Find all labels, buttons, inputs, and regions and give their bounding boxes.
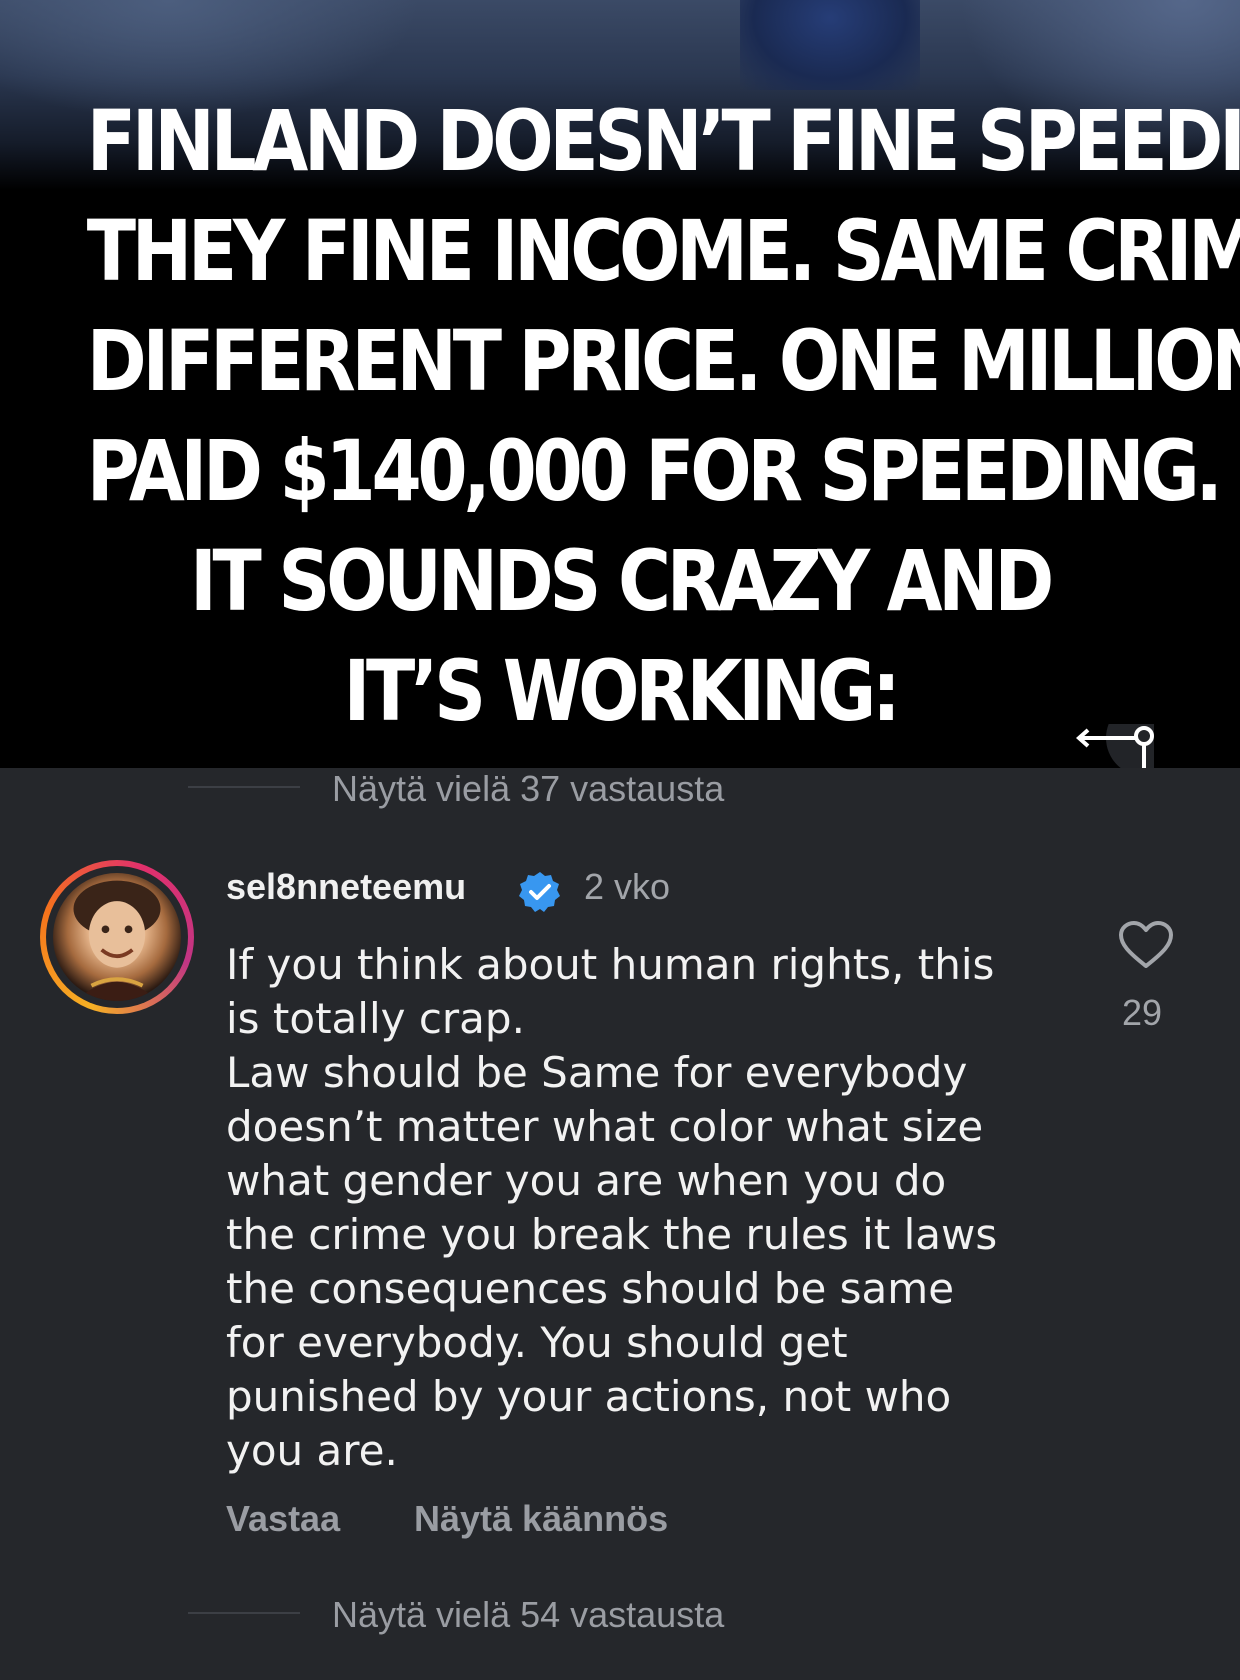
comment-text: If you think about human rights, this is…	[226, 940, 998, 1475]
headline-line: IT SOUNDS CRAZY AND	[189, 532, 1054, 630]
like-count: 29	[1122, 992, 1163, 1033]
headline-line: FINLAND DOESN’T FINE SPEEDING.	[86, 92, 1240, 190]
post-image[interactable]: FINLAND DOESN’T FINE SPEEDING. THEY FINE…	[0, 0, 1240, 768]
avatar	[53, 873, 181, 1001]
headline-line: DIFFERENT PRICE. ONE MILLIONAIRE	[86, 312, 1240, 410]
divider	[188, 1612, 300, 1614]
reply-button[interactable]: Vastaa	[226, 1498, 340, 1540]
headline-line: PAID $140,000 FOR SPEEDING.	[86, 422, 1223, 520]
see-translation-button[interactable]: Näytä käännös	[414, 1498, 668, 1540]
comment-username[interactable]: sel8nneteemu	[226, 866, 466, 908]
view-more-replies-top[interactable]: Näytä vielä 37 vastausta	[0, 764, 1240, 812]
divider	[188, 786, 300, 788]
avatar-story-ring[interactable]	[40, 860, 194, 1014]
avatar-portrait	[73, 880, 161, 1001]
heart-icon[interactable]	[1118, 920, 1174, 970]
view-more-replies-bottom[interactable]: Näytä vielä 54 vastausta	[0, 1590, 1240, 1638]
headline-line: THEY FINE INCOME. SAME CRIME.	[86, 202, 1240, 300]
post-headline: FINLAND DOESN’T FINE SPEEDING. THEY FINE…	[86, 86, 1240, 746]
arrow-pin-icon[interactable]	[1076, 724, 1154, 768]
view-more-replies-label[interactable]: Näytä vielä 37 vastausta	[332, 768, 724, 810]
comment-timestamp: 2 vko	[584, 866, 671, 907]
headline-line: IT’S WORKING:	[343, 642, 900, 740]
view-more-replies-label[interactable]: Näytä vielä 54 vastausta	[332, 1594, 724, 1636]
verified-badge-icon	[519, 872, 560, 912]
